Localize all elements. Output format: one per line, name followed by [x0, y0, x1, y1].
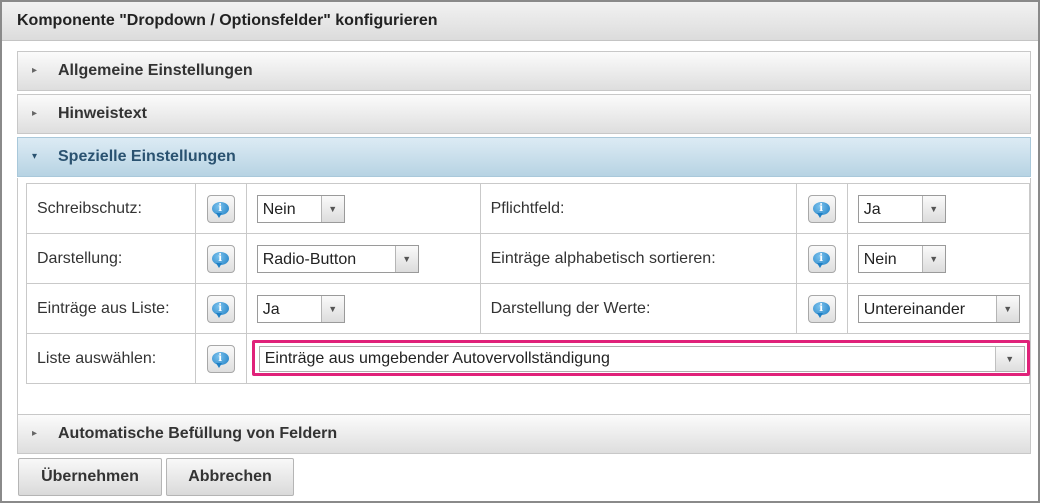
info-bubble-icon: i: [812, 201, 830, 218]
required-label: Pflichtfeld:: [479, 183, 797, 234]
readonly-select[interactable]: Nein ▼: [256, 194, 345, 223]
info-bubble-icon: i: [211, 201, 229, 218]
section-general-settings[interactable]: ▸ Allgemeine Einstellungen: [17, 51, 1031, 91]
collapse-arrow-icon: ▾: [32, 151, 38, 162]
section-label: Spezielle Einstellungen: [58, 148, 236, 165]
special-settings-panel: Schreibschutz: i Nein ▼ Pflichtfeld: i J: [17, 178, 1031, 414]
section-label: Hinweistext: [58, 105, 147, 122]
display-select[interactable]: Radio-Button ▼: [256, 244, 419, 273]
section-auto-fill[interactable]: ▸ Automatische Befüllung von Feldern: [17, 414, 1031, 454]
configure-dialog: Komponente "Dropdown / Optionsfelder" ko…: [0, 0, 1040, 503]
cancel-button[interactable]: Abbrechen: [166, 458, 294, 496]
values-display-label: Darstellung der Werte:: [479, 283, 797, 334]
apply-button[interactable]: Übernehmen: [18, 458, 162, 496]
from-list-select[interactable]: Ja ▼: [256, 294, 345, 323]
select-list-label: Liste auswählen:: [26, 333, 196, 384]
expand-arrow-icon: ▸: [32, 65, 38, 76]
dialog-title: Komponente "Dropdown / Optionsfelder" ko…: [17, 12, 438, 29]
sort-select[interactable]: Nein ▼: [857, 244, 946, 273]
info-bubble-icon: i: [812, 251, 830, 268]
chevron-down-icon: ▼: [921, 195, 945, 222]
dialog-titlebar: Komponente "Dropdown / Optionsfelder" ko…: [2, 2, 1038, 41]
from-list-label: Einträge aus Liste:: [26, 283, 196, 334]
info-icon[interactable]: i: [807, 244, 836, 273]
info-icon[interactable]: i: [807, 294, 836, 323]
chevron-down-icon: ▼: [320, 295, 344, 322]
select-list-dropdown[interactable]: Einträge aus umgebender Autovervollständ…: [258, 346, 1025, 372]
sort-label: Einträge alphabetisch sortieren:: [479, 233, 797, 284]
values-display-select[interactable]: Untereinander ▼: [857, 294, 1020, 323]
info-icon[interactable]: i: [206, 294, 235, 323]
expand-arrow-icon: ▸: [32, 428, 38, 439]
chevron-down-icon: ▼: [921, 245, 945, 272]
info-bubble-icon: i: [211, 351, 229, 368]
chevron-down-icon: ▼: [995, 295, 1019, 322]
info-icon[interactable]: i: [206, 194, 235, 223]
chevron-down-icon: ▼: [994, 347, 1024, 371]
info-icon[interactable]: i: [206, 244, 235, 273]
section-label: Automatische Befüllung von Feldern: [58, 425, 338, 442]
display-label: Darstellung:: [26, 233, 196, 284]
info-bubble-icon: i: [812, 301, 830, 318]
settings-grid: Schreibschutz: i Nein ▼ Pflichtfeld: i J: [26, 183, 1031, 384]
section-label: Allgemeine Einstellungen: [58, 62, 253, 79]
expand-arrow-icon: ▸: [32, 108, 38, 119]
info-icon[interactable]: i: [807, 194, 836, 223]
chevron-down-icon: ▼: [320, 195, 344, 222]
highlight-frame: Einträge aus umgebender Autovervollständ…: [251, 340, 1030, 376]
info-icon[interactable]: i: [206, 344, 235, 373]
required-select[interactable]: Ja ▼: [857, 194, 946, 223]
chevron-down-icon: ▼: [394, 245, 418, 272]
info-bubble-icon: i: [211, 301, 229, 318]
info-bubble-icon: i: [211, 251, 229, 268]
section-hint-text[interactable]: ▸ Hinweistext: [17, 94, 1031, 134]
readonly-label: Schreibschutz:: [26, 183, 196, 234]
section-special-settings[interactable]: ▾ Spezielle Einstellungen: [17, 137, 1031, 177]
